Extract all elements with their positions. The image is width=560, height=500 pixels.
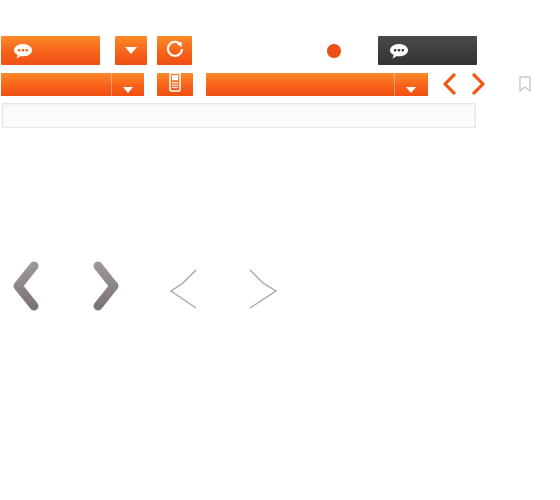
bookmark-icon bbox=[519, 76, 531, 92]
dark-comment-button[interactable] bbox=[378, 36, 477, 65]
chevron-right-icon bbox=[93, 261, 119, 311]
thin-prev-button[interactable] bbox=[168, 266, 202, 312]
select-divider bbox=[394, 73, 395, 96]
chevron-left-thin-icon bbox=[169, 269, 197, 309]
speech-bubble-icon bbox=[13, 43, 33, 59]
chevron-left-icon bbox=[443, 73, 456, 95]
chevron-right-thin-icon bbox=[249, 269, 278, 309]
prev-arrow-button[interactable] bbox=[440, 72, 458, 96]
speech-bubble-icon bbox=[389, 43, 409, 59]
comment-button[interactable] bbox=[1, 36, 100, 65]
left-select[interactable] bbox=[1, 73, 144, 96]
refresh-button[interactable] bbox=[157, 36, 192, 65]
caret-down-icon bbox=[123, 81, 133, 99]
large-next-button[interactable] bbox=[88, 260, 124, 312]
bookmark-button[interactable] bbox=[518, 76, 532, 92]
device-button[interactable] bbox=[157, 72, 193, 97]
caret-down-icon bbox=[406, 81, 416, 99]
search-input[interactable] bbox=[2, 103, 476, 128]
right-select[interactable] bbox=[206, 73, 428, 96]
dropdown-button[interactable] bbox=[115, 36, 147, 65]
refresh-icon bbox=[165, 38, 185, 63]
select-divider bbox=[111, 73, 112, 96]
thin-next-button[interactable] bbox=[246, 266, 280, 312]
large-prev-button[interactable] bbox=[8, 260, 44, 312]
next-arrow-button[interactable] bbox=[470, 72, 488, 96]
chevron-right-icon bbox=[472, 73, 485, 95]
triangle-down-icon bbox=[125, 42, 137, 60]
chevron-left-icon bbox=[13, 261, 39, 311]
phone-icon bbox=[168, 72, 182, 97]
status-indicator bbox=[327, 44, 341, 58]
